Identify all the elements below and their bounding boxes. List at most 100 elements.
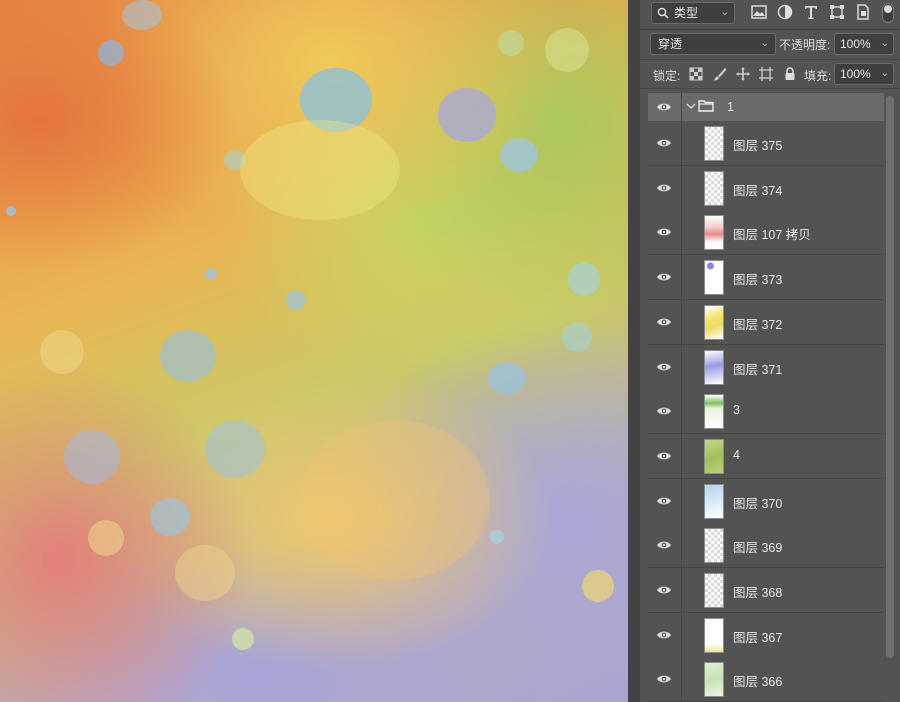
layer-row[interactable]: 图层 373 [648, 255, 884, 301]
layer-name: 图层 366 [733, 675, 783, 690]
layers-panel-scrollbar[interactable] [886, 96, 894, 658]
layer-row[interactable]: 图层 367 [648, 612, 884, 658]
layer-row[interactable]: 3 [648, 389, 884, 435]
layer-thumbnail[interactable] [704, 126, 724, 161]
layer-row[interactable]: 图层 375 [648, 121, 884, 166]
lock-label: 锁定: [653, 69, 681, 83]
opacity-field[interactable]: 100% ⌄ [834, 33, 894, 55]
layer-row[interactable]: 图层 107 拷贝 [648, 210, 884, 256]
type-layer-filter-icon[interactable] [802, 3, 820, 21]
layer-name: 3 [733, 403, 740, 418]
layer-name: 图层 370 [733, 496, 783, 511]
eye-icon[interactable] [656, 227, 672, 237]
eye-icon[interactable] [656, 102, 672, 112]
bokeh-blob [490, 530, 504, 544]
adjustment-layer-filter-icon[interactable] [776, 3, 794, 21]
layer-filter-label: 类型 [674, 6, 699, 20]
layer-group-row[interactable]: 1 [648, 93, 884, 122]
blend-mode-select[interactable]: 穿透 ⌄ [650, 33, 776, 55]
bokeh-blob [64, 430, 120, 484]
divider [640, 29, 900, 30]
smart-object-filter-icon[interactable] [854, 3, 872, 21]
layer-row[interactable]: 图层 371 [648, 344, 884, 390]
visibility-column [648, 255, 682, 300]
visibility-column [648, 93, 682, 121]
bokeh-blob [488, 362, 526, 394]
chevron-down-icon[interactable] [686, 101, 696, 111]
layer-row[interactable]: 4 [648, 433, 884, 479]
layer-name: 图层 375 [733, 139, 783, 153]
layer-row[interactable]: 图层 370 [648, 478, 884, 524]
lock-image-pixels-icon[interactable] [712, 66, 728, 82]
bokeh-blob [562, 322, 592, 352]
layer-row[interactable]: 图层 368 [648, 568, 884, 613]
lock-position-icon[interactable] [735, 66, 751, 82]
layer-row[interactable]: 图层 366 [648, 657, 884, 702]
eye-icon[interactable] [656, 674, 672, 684]
layer-thumbnail[interactable] [704, 304, 724, 340]
bokeh-blob [205, 268, 217, 280]
visibility-column [648, 299, 682, 344]
shape-layer-filter-icon[interactable] [828, 3, 846, 21]
bokeh-blob [545, 28, 589, 72]
eye-icon[interactable] [656, 630, 672, 640]
visibility-column [648, 344, 682, 389]
folder-icon [698, 100, 714, 112]
visibility-column [648, 389, 682, 434]
panel-divider [628, 0, 640, 702]
bokeh-blob [205, 420, 265, 478]
bokeh-blob [300, 420, 490, 580]
chevron-down-icon: ⌄ [760, 38, 769, 49]
blend-mode-value: 穿透 [658, 37, 683, 51]
layer-thumbnail[interactable] [704, 349, 724, 385]
document-canvas[interactable] [0, 0, 628, 702]
fill-field[interactable]: 100% ⌄ [834, 63, 894, 85]
bokeh-blob [582, 570, 614, 602]
eye-icon[interactable] [656, 496, 672, 506]
pixel-layer-filter-icon[interactable] [750, 3, 768, 21]
layer-row[interactable]: 图层 374 [648, 165, 884, 211]
layer-name: 图层 374 [733, 183, 783, 198]
divider [640, 88, 900, 89]
layer-thumbnail[interactable] [704, 438, 724, 474]
eye-icon[interactable] [656, 138, 672, 148]
eye-icon[interactable] [656, 317, 672, 327]
lock-transparent-pixels-icon[interactable] [688, 66, 704, 82]
visibility-column [648, 121, 682, 165]
layer-thumbnail[interactable] [704, 617, 724, 653]
layer-row[interactable]: 图层 369 [648, 523, 884, 569]
chevron-down-icon: ⌄ [720, 7, 729, 18]
visibility-column [648, 612, 682, 657]
visibility-column [648, 165, 682, 210]
eye-icon[interactable] [656, 272, 672, 282]
layer-thumbnail[interactable] [704, 573, 724, 608]
bokeh-blob [150, 498, 190, 536]
visibility-column [648, 568, 682, 612]
eye-icon[interactable] [656, 585, 672, 595]
eye-icon[interactable] [656, 183, 672, 193]
eye-icon[interactable] [656, 451, 672, 461]
layer-thumbnail[interactable] [704, 483, 724, 519]
layer-name: 4 [733, 447, 740, 462]
layer-name: 图层 367 [733, 630, 783, 645]
bokeh-blob [175, 545, 235, 601]
layer-thumbnail[interactable] [704, 170, 724, 206]
layer-name: 图层 107 拷贝 [733, 228, 811, 243]
layer-thumbnail[interactable] [704, 260, 724, 296]
layer-row[interactable]: 图层 372 [648, 299, 884, 345]
eye-icon[interactable] [656, 362, 672, 372]
eye-icon[interactable] [656, 540, 672, 550]
lock-artboard-icon[interactable] [758, 66, 774, 82]
bokeh-blob [98, 40, 124, 66]
eye-icon[interactable] [656, 406, 672, 416]
layer-thumbnail[interactable] [704, 662, 724, 698]
filter-toggle-switch[interactable] [882, 3, 894, 23]
bokeh-blob [122, 0, 162, 30]
layer-thumbnail[interactable] [704, 394, 724, 430]
layer-thumbnail[interactable] [704, 528, 724, 564]
blend-opacity-row: 穿透 ⌄ 不透明度: 100% ⌄ [640, 32, 900, 56]
lock-all-icon[interactable] [782, 66, 798, 82]
layer-filter-select[interactable]: 类型 ⌄ [651, 2, 735, 24]
bokeh-blob [40, 330, 84, 374]
layer-thumbnail[interactable] [704, 215, 724, 251]
